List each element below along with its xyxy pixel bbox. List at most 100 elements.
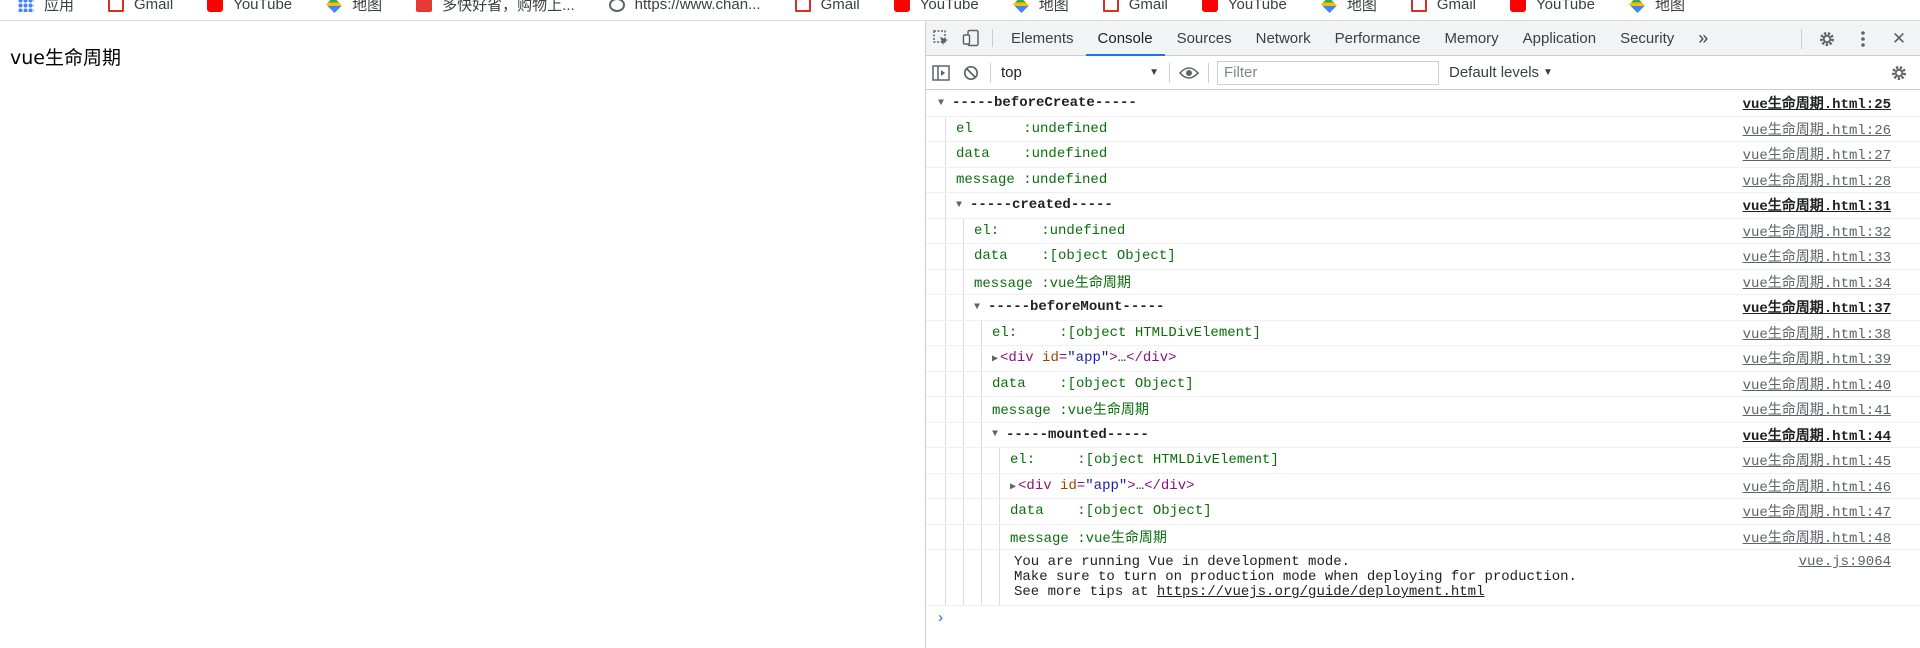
source-link[interactable]: vue生命周期.html:27 [1743, 144, 1891, 164]
ellipsis: … [1117, 350, 1127, 367]
console-message: message :vue生命周期 vue生命周期.html:48 [926, 524, 1920, 550]
expand-triangle-icon[interactable]: ▶ [1010, 482, 1016, 493]
end-tag: </div> [1126, 350, 1177, 367]
group-indent-guide [945, 371, 946, 396]
bookmark-label: 地图 [352, 0, 383, 14]
bookmark-item[interactable]: YouTube [207, 0, 292, 20]
tag-open: <div [1018, 477, 1052, 494]
source-link[interactable]: vue生命周期.html:47 [1743, 501, 1891, 521]
log-text: message :undefined [956, 171, 1108, 188]
live-expression-eye-icon[interactable] [1174, 56, 1204, 90]
group-indent-guide [981, 422, 982, 447]
more-options-icon[interactable] [1848, 30, 1878, 48]
bookmark-item[interactable]: https://www.chan... [608, 0, 761, 20]
group-indent-guide [945, 524, 946, 549]
bookmark-label: https://www.chan... [634, 0, 761, 13]
element-node[interactable]: ▶ <div id="app">…</div> [992, 350, 1177, 366]
source-link[interactable]: vue生命周期.html:37 [1743, 297, 1891, 317]
console-message: data :undefined vue生命周期.html:27 [926, 142, 1920, 168]
expand-triangle-icon[interactable]: ▼ [956, 200, 970, 211]
vue-docs-link[interactable]: https://vuejs.org/guide/deployment.html [1157, 584, 1485, 600]
source-link[interactable]: vue生命周期.html:28 [1743, 170, 1891, 190]
bookmark-item[interactable]: 地图 [1012, 0, 1069, 20]
console-message: data :[object Object] vue生命周期.html:33 [926, 244, 1920, 270]
source-link[interactable]: vue生命周期.html:46 [1743, 476, 1891, 496]
tab-network[interactable]: Network [1244, 21, 1323, 55]
tab-performance[interactable]: Performance [1323, 21, 1433, 55]
log-text: data :[object Object] [974, 248, 1176, 265]
element-node[interactable]: ▶ <div id="app">…</div> [1010, 478, 1195, 494]
group-title: -----beforeCreate----- [952, 95, 1137, 112]
source-link[interactable]: vue生命周期.html:34 [1743, 272, 1891, 292]
group-indent-guide [999, 524, 1000, 549]
clear-console-icon[interactable] [956, 56, 986, 90]
expand-triangle-icon[interactable]: ▶ [992, 354, 998, 365]
tab-security[interactable]: Security [1608, 21, 1686, 55]
bookmark-item[interactable]: 多快好省，购物上... [416, 0, 575, 20]
expand-triangle-icon[interactable]: ▼ [974, 302, 988, 313]
inspect-element-icon[interactable] [926, 21, 956, 55]
more-tabs-button[interactable]: » [1686, 21, 1720, 55]
console-message: el :undefined vue生命周期.html:26 [926, 116, 1920, 142]
bookmark-item[interactable]: 地图 [1320, 0, 1377, 20]
console-group-header[interactable]: ▼ -----beforeMount----- vue生命周期.html:37 [926, 295, 1920, 321]
bookmark-item[interactable]: YouTube [893, 0, 979, 20]
tab-elements[interactable]: Elements [999, 21, 1086, 55]
log-levels-select[interactable]: Default levels ▼ [1449, 64, 1553, 81]
expand-triangle-icon[interactable]: ▼ [992, 429, 1006, 440]
source-link[interactable]: vue生命周期.html:33 [1743, 246, 1891, 266]
source-link[interactable]: vue生命周期.html:40 [1743, 374, 1891, 394]
source-link[interactable]: vue生命周期.html:41 [1743, 399, 1891, 419]
tab-memory[interactable]: Memory [1433, 21, 1511, 55]
source-link[interactable]: vue.js:9064 [1799, 554, 1891, 570]
group-indent-guide [999, 473, 1000, 498]
source-link[interactable]: vue生命周期.html:39 [1743, 348, 1891, 368]
device-toolbar-icon[interactable] [956, 21, 986, 55]
context-select[interactable]: top ▼ [995, 61, 1165, 85]
bookmark-item[interactable]: Gmail [794, 0, 860, 20]
tab-console[interactable]: Console [1085, 21, 1165, 56]
tab-sources[interactable]: Sources [1165, 21, 1244, 55]
source-link[interactable]: vue生命周期.html:45 [1743, 450, 1891, 470]
console-settings-gear-icon[interactable] [1884, 56, 1914, 90]
console-group-header[interactable]: ▼ -----created----- vue生命周期.html:31 [926, 193, 1920, 219]
source-link[interactable]: vue生命周期.html:32 [1743, 221, 1891, 241]
divider [990, 62, 991, 83]
bookmark-item[interactable]: 地图 [326, 0, 383, 20]
filter-input[interactable] [1217, 60, 1439, 85]
close-devtools-icon[interactable]: ✕ [1884, 29, 1914, 49]
source-link[interactable]: vue生命周期.html:25 [1743, 93, 1891, 113]
bookmark-item[interactable]: YouTube [1201, 0, 1287, 20]
console-message: message :undefined vue生命周期.html:28 [926, 167, 1920, 193]
settings-gear-icon[interactable] [1812, 30, 1842, 48]
source-link[interactable]: vue生命周期.html:31 [1743, 195, 1891, 215]
devtools-right-controls: ✕ [1797, 21, 1914, 56]
group-indent-guide [981, 397, 982, 422]
console-group-header[interactable]: ▼ -----mounted----- vue生命周期.html:44 [926, 422, 1920, 448]
console-prompt[interactable]: › [926, 606, 1920, 630]
bookmark-item[interactable]: Gmail [1410, 0, 1477, 20]
divider [1169, 62, 1170, 83]
console-group-header[interactable]: ▼ -----beforeCreate----- vue生命周期.html:25 [926, 91, 1920, 117]
bookmark-item[interactable]: YouTube [1510, 0, 1595, 20]
bookmark-item[interactable]: 地图 [1629, 0, 1685, 20]
bookmark-item[interactable]: Gmail [1102, 0, 1168, 20]
bookmark-label: 地图 [1654, 0, 1685, 14]
source-link[interactable]: vue生命周期.html:48 [1743, 527, 1891, 547]
group-indent-guide [963, 346, 964, 371]
group-indent-guide [981, 473, 982, 498]
console-message: ▶ <div id="app">…</div> vue生命周期.html:39 [926, 346, 1920, 372]
group-indent-guide [945, 550, 946, 605]
bookmark-item[interactable]: Gmail [108, 0, 173, 20]
source-link[interactable]: vue生命周期.html:38 [1743, 323, 1891, 343]
expand-triangle-icon[interactable]: ▼ [938, 98, 952, 109]
source-link[interactable]: vue生命周期.html:44 [1743, 425, 1891, 445]
bookmark-item[interactable]: 应用 [18, 0, 74, 20]
page-content: vue生命周期 [0, 21, 925, 648]
sidebar-toggle-icon[interactable] [926, 56, 956, 90]
group-indent-guide [981, 524, 982, 549]
source-link[interactable]: vue生命周期.html:26 [1743, 119, 1891, 139]
bookmark-label: Gmail [1436, 0, 1477, 13]
tab-application[interactable]: Application [1511, 21, 1608, 55]
gmail-icon [1410, 0, 1427, 12]
